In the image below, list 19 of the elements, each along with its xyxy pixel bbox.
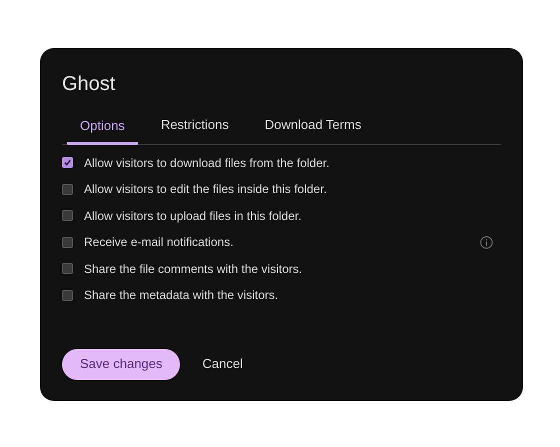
option-label: Share the file comments with the visitors. xyxy=(84,260,302,278)
option-label: Share the metadata with the visitors. xyxy=(84,287,278,304)
dialog-title: Ghost xyxy=(62,72,116,96)
checkbox[interactable] xyxy=(62,157,73,168)
option-label: Allow visitors to edit the files inside this folder. xyxy=(84,181,327,198)
option-label: Allow visitors to upload files in this folder. xyxy=(84,208,302,225)
cancel-button[interactable]: Cancel xyxy=(202,354,243,374)
checkbox[interactable] xyxy=(62,210,73,222)
option-label: Allow visitors to download files from the folder. xyxy=(84,154,330,172)
checkbox[interactable] xyxy=(62,263,73,274)
save-button[interactable]: Save changes xyxy=(62,348,180,380)
tab[interactable]: Download Terms xyxy=(252,115,374,144)
checkbox[interactable] xyxy=(62,290,73,301)
tab[interactable]: Options xyxy=(67,115,138,144)
tab[interactable]: Restrictions xyxy=(148,115,242,144)
checkbox[interactable] xyxy=(62,236,73,248)
info-icon[interactable] xyxy=(480,236,493,249)
option-label: Receive e-mail notifications. xyxy=(84,234,234,252)
checkbox[interactable] xyxy=(62,184,73,195)
